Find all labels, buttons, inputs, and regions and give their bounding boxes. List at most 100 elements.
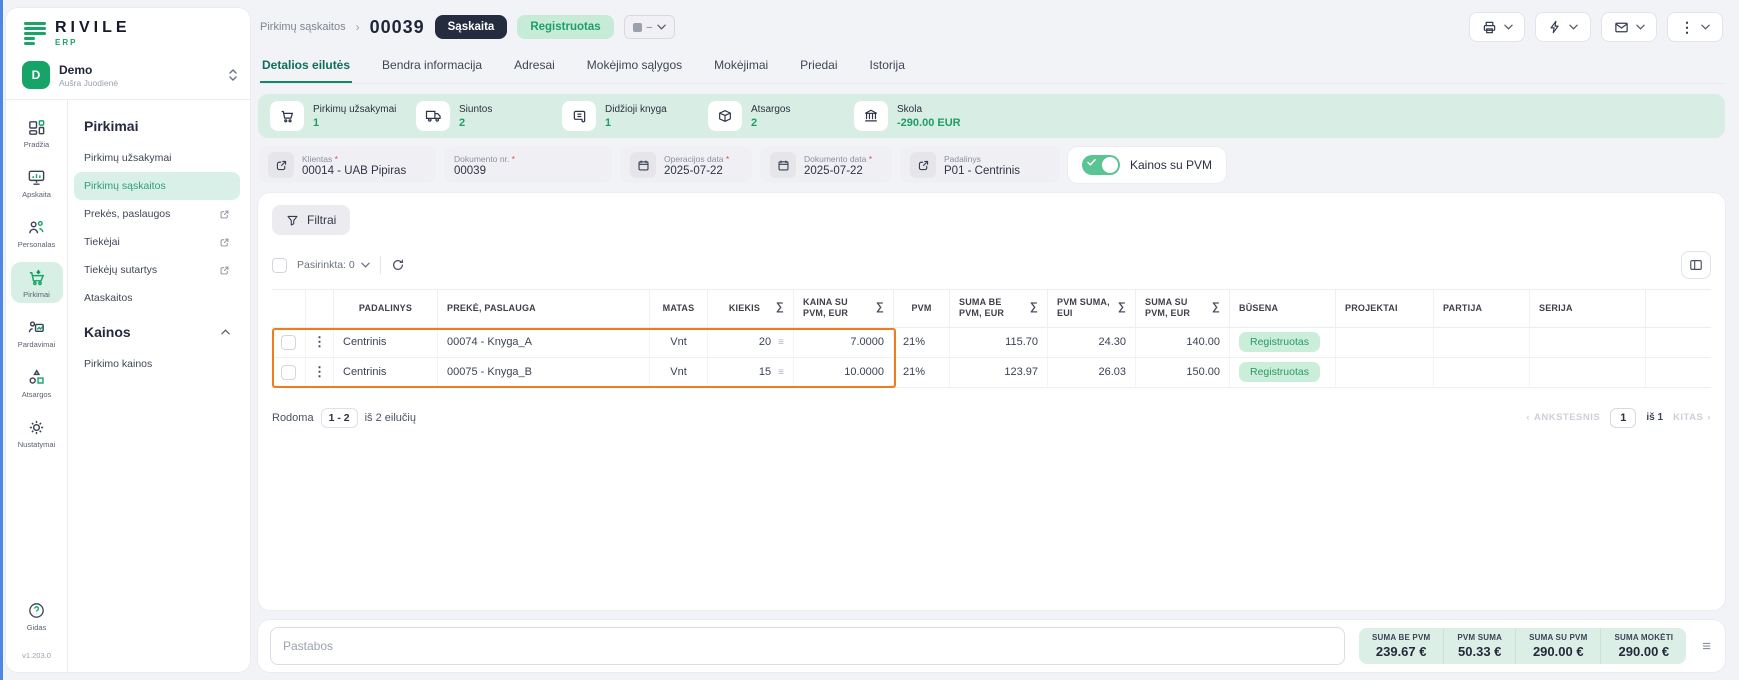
sidebar-item-ataskaitos[interactable]: Ataskaitos [74,284,240,312]
rail-label: Pardavimai [18,340,56,349]
menu-section-kainos[interactable]: Kainos [74,320,240,350]
breadcrumb[interactable]: Pirkimų sąskaitos [260,21,346,33]
sum-icon[interactable]: ∑ [1118,301,1126,315]
tab-bar: Detalios eilutės Bendra informacija Adre… [258,46,1725,84]
home-icon [27,118,46,137]
columns-icon [1689,258,1703,272]
print-button[interactable] [1469,12,1525,42]
cell-serija [1530,328,1646,358]
sidebar-item-tiekejai[interactable]: Tiekėjai [74,228,240,256]
table-row[interactable]: ⋮ Centrinis 00075 - Knyga_B Vnt 15≡ 10.0… [272,358,1711,388]
summary-card-siuntos[interactable]: Siuntos2 [416,101,548,131]
help-gidas[interactable]: Gidas [11,595,63,636]
col-projektai[interactable]: PROJEKTAI [1336,289,1434,328]
filters-button[interactable]: Filtrai [272,205,350,235]
cell-pvm-suma: 24.30 [1048,328,1136,358]
chevron-right-icon: › [1707,412,1711,423]
calendar-icon [630,152,656,178]
col-partija[interactable]: PARTIJA [1434,289,1530,328]
sidebar-item-pirkimu-uzsakymai[interactable]: Pirkimų užsakymai [74,144,240,172]
col-kaina-su-pvm[interactable]: KAINA SU PVM, EUR∑ [794,289,894,328]
app-window: RIVILE ERP D Demo Aušra Juodienė [0,0,1739,680]
col-kiekis[interactable]: KIEKIS∑ [708,289,794,328]
col-preke-paslauga[interactable]: PREKĖ, PASLAUGA [438,289,650,328]
col-padalinys[interactable]: PADALINYS [334,289,438,328]
sum-icon[interactable]: ∑ [876,301,884,315]
rail-item-apskaita[interactable]: Apskaita [11,162,63,203]
column-settings-button[interactable] [1681,251,1711,279]
rail-item-nustatymai[interactable]: Nustatymai [11,412,63,453]
summary-card-skola[interactable]: Skola-290.00 EUR [854,101,1004,131]
rail-item-pirkimai[interactable]: Pirkimai [11,262,63,303]
required-asterisk: * [335,154,338,164]
summary-card-pirkimu-uzsakymai[interactable]: Pirkimų užsakymai1 [270,101,402,131]
tab-istorija[interactable]: Istorija [868,54,907,83]
tab-priedai[interactable]: Priedai [798,54,839,83]
kainos-su-pvm-toggle[interactable]: Kainos su PVM [1068,147,1226,183]
padalinys-field[interactable]: PadalinysP01 - Centrinis [900,147,1060,183]
operacijos-data-field[interactable]: Operacijos data *2025-07-22 [620,147,752,183]
row-kebab-icon[interactable]: ⋮ [313,364,326,380]
sum-icon[interactable]: ∑ [1030,301,1038,315]
table-header-row: PADALINYS PREKĖ, PASLAUGA MATAS KIEKIS∑ … [272,289,1711,328]
summary-card-didzioji-knyga[interactable]: Didžioji knyga1 [562,101,694,131]
external-link-icon [910,152,936,178]
tab-bendra-informacija[interactable]: Bendra informacija [380,54,484,83]
klientas-field[interactable]: Klientas *00014 - UAB Pipiras [258,147,436,183]
col-filler [1646,289,1711,328]
cell-busena: Registruotas [1230,358,1336,388]
page-number[interactable]: 1 [1610,408,1636,428]
sum-icon[interactable]: ∑ [1212,301,1220,315]
row-kebab-icon[interactable]: ⋮ [313,334,326,350]
table-row[interactable]: ⋮ Centrinis 00074 - Knyga_A Vnt 20≡ 7.00… [272,328,1711,358]
actions-button[interactable] [1535,12,1591,42]
sidebar-item-pirkimu-saskaitos[interactable]: Pirkimų sąskaitos [74,172,240,200]
quantity-detail-icon[interactable]: ≡ [778,367,784,378]
col-suma-su-pvm[interactable]: SUMA SU PVM, EUR∑ [1136,289,1230,328]
totals-menu-icon[interactable]: ≡ [1700,638,1713,655]
more-options-button[interactable]: ⋮ [1667,12,1723,42]
header-menu-cell [306,289,334,328]
col-pvm[interactable]: PVM [894,289,950,328]
notes-input[interactable] [270,627,1345,665]
dokumento-data-field[interactable]: Dokumento data *2025-07-22 [760,147,892,183]
rail-item-personalas[interactable]: Personalas [11,212,63,253]
rail-item-atsargos[interactable]: Atsargos [11,362,63,403]
chevron-down-icon [1636,24,1645,30]
external-link-icon [268,152,294,178]
sidebar-item-prekes-paslaugos[interactable]: Prekės, paslaugos [74,200,240,228]
col-matas[interactable]: MATAS [650,289,708,328]
cell-matas: Vnt [650,358,708,388]
prev-page-button[interactable]: ‹ANKSTESNIS [1526,412,1600,423]
col-busena[interactable]: BŪSENA [1230,289,1336,328]
col-suma-be-pvm[interactable]: SUMA BE PVM, EUR∑ [950,289,1048,328]
external-link-icon [219,209,230,220]
selected-dropdown[interactable]: Pasirinkta: 0 [297,259,370,271]
tab-mokejimo-salygos[interactable]: Mokėjimo sąlygos [585,54,684,83]
top-bar: Pirkimų sąskaitos › 00039 Sąskaita Regis… [258,0,1725,46]
select-all-checkbox[interactable] [272,258,287,273]
table-rows: ⋮ Centrinis 00074 - Knyga_A Vnt 20≡ 7.00… [272,328,1711,388]
tab-mokejimai[interactable]: Mokėjimai [712,54,770,83]
rail-item-pradzia[interactable]: Pradžia [11,112,63,153]
summary-card-atsargos[interactable]: Atsargos2 [708,101,840,131]
email-button[interactable] [1601,12,1657,42]
account-switcher[interactable]: D Demo Aušra Juodienė [6,53,250,100]
row-checkbox[interactable] [281,335,296,350]
row-checkbox[interactable] [281,365,296,380]
quantity-detail-icon[interactable]: ≡ [778,337,784,348]
sum-icon[interactable]: ∑ [776,301,784,315]
sidebar-item-tiekeju-sutartys[interactable]: Tiekėjų sutartys [74,256,240,284]
next-page-button[interactable]: KITAS› [1673,412,1711,423]
kebab-icon: ⋮ [1680,19,1694,36]
col-pvm-suma[interactable]: PVM SUMA, EUI∑ [1048,289,1136,328]
sidebar-item-pirkimo-kainos[interactable]: Pirkimo kainos [74,350,240,378]
tab-detalios-eilutes[interactable]: Detalios eilutės [260,54,352,83]
col-serija[interactable]: SERIJA [1530,289,1646,328]
rail-item-pardavimai[interactable]: Pardavimai [11,312,63,353]
status-color-dropdown[interactable]: – [624,15,676,39]
tab-adresai[interactable]: Adresai [512,54,557,83]
dokumento-nr-field[interactable]: Dokumento nr. *00039 [444,147,612,183]
gear-icon [27,418,46,437]
refresh-button[interactable] [391,258,405,272]
